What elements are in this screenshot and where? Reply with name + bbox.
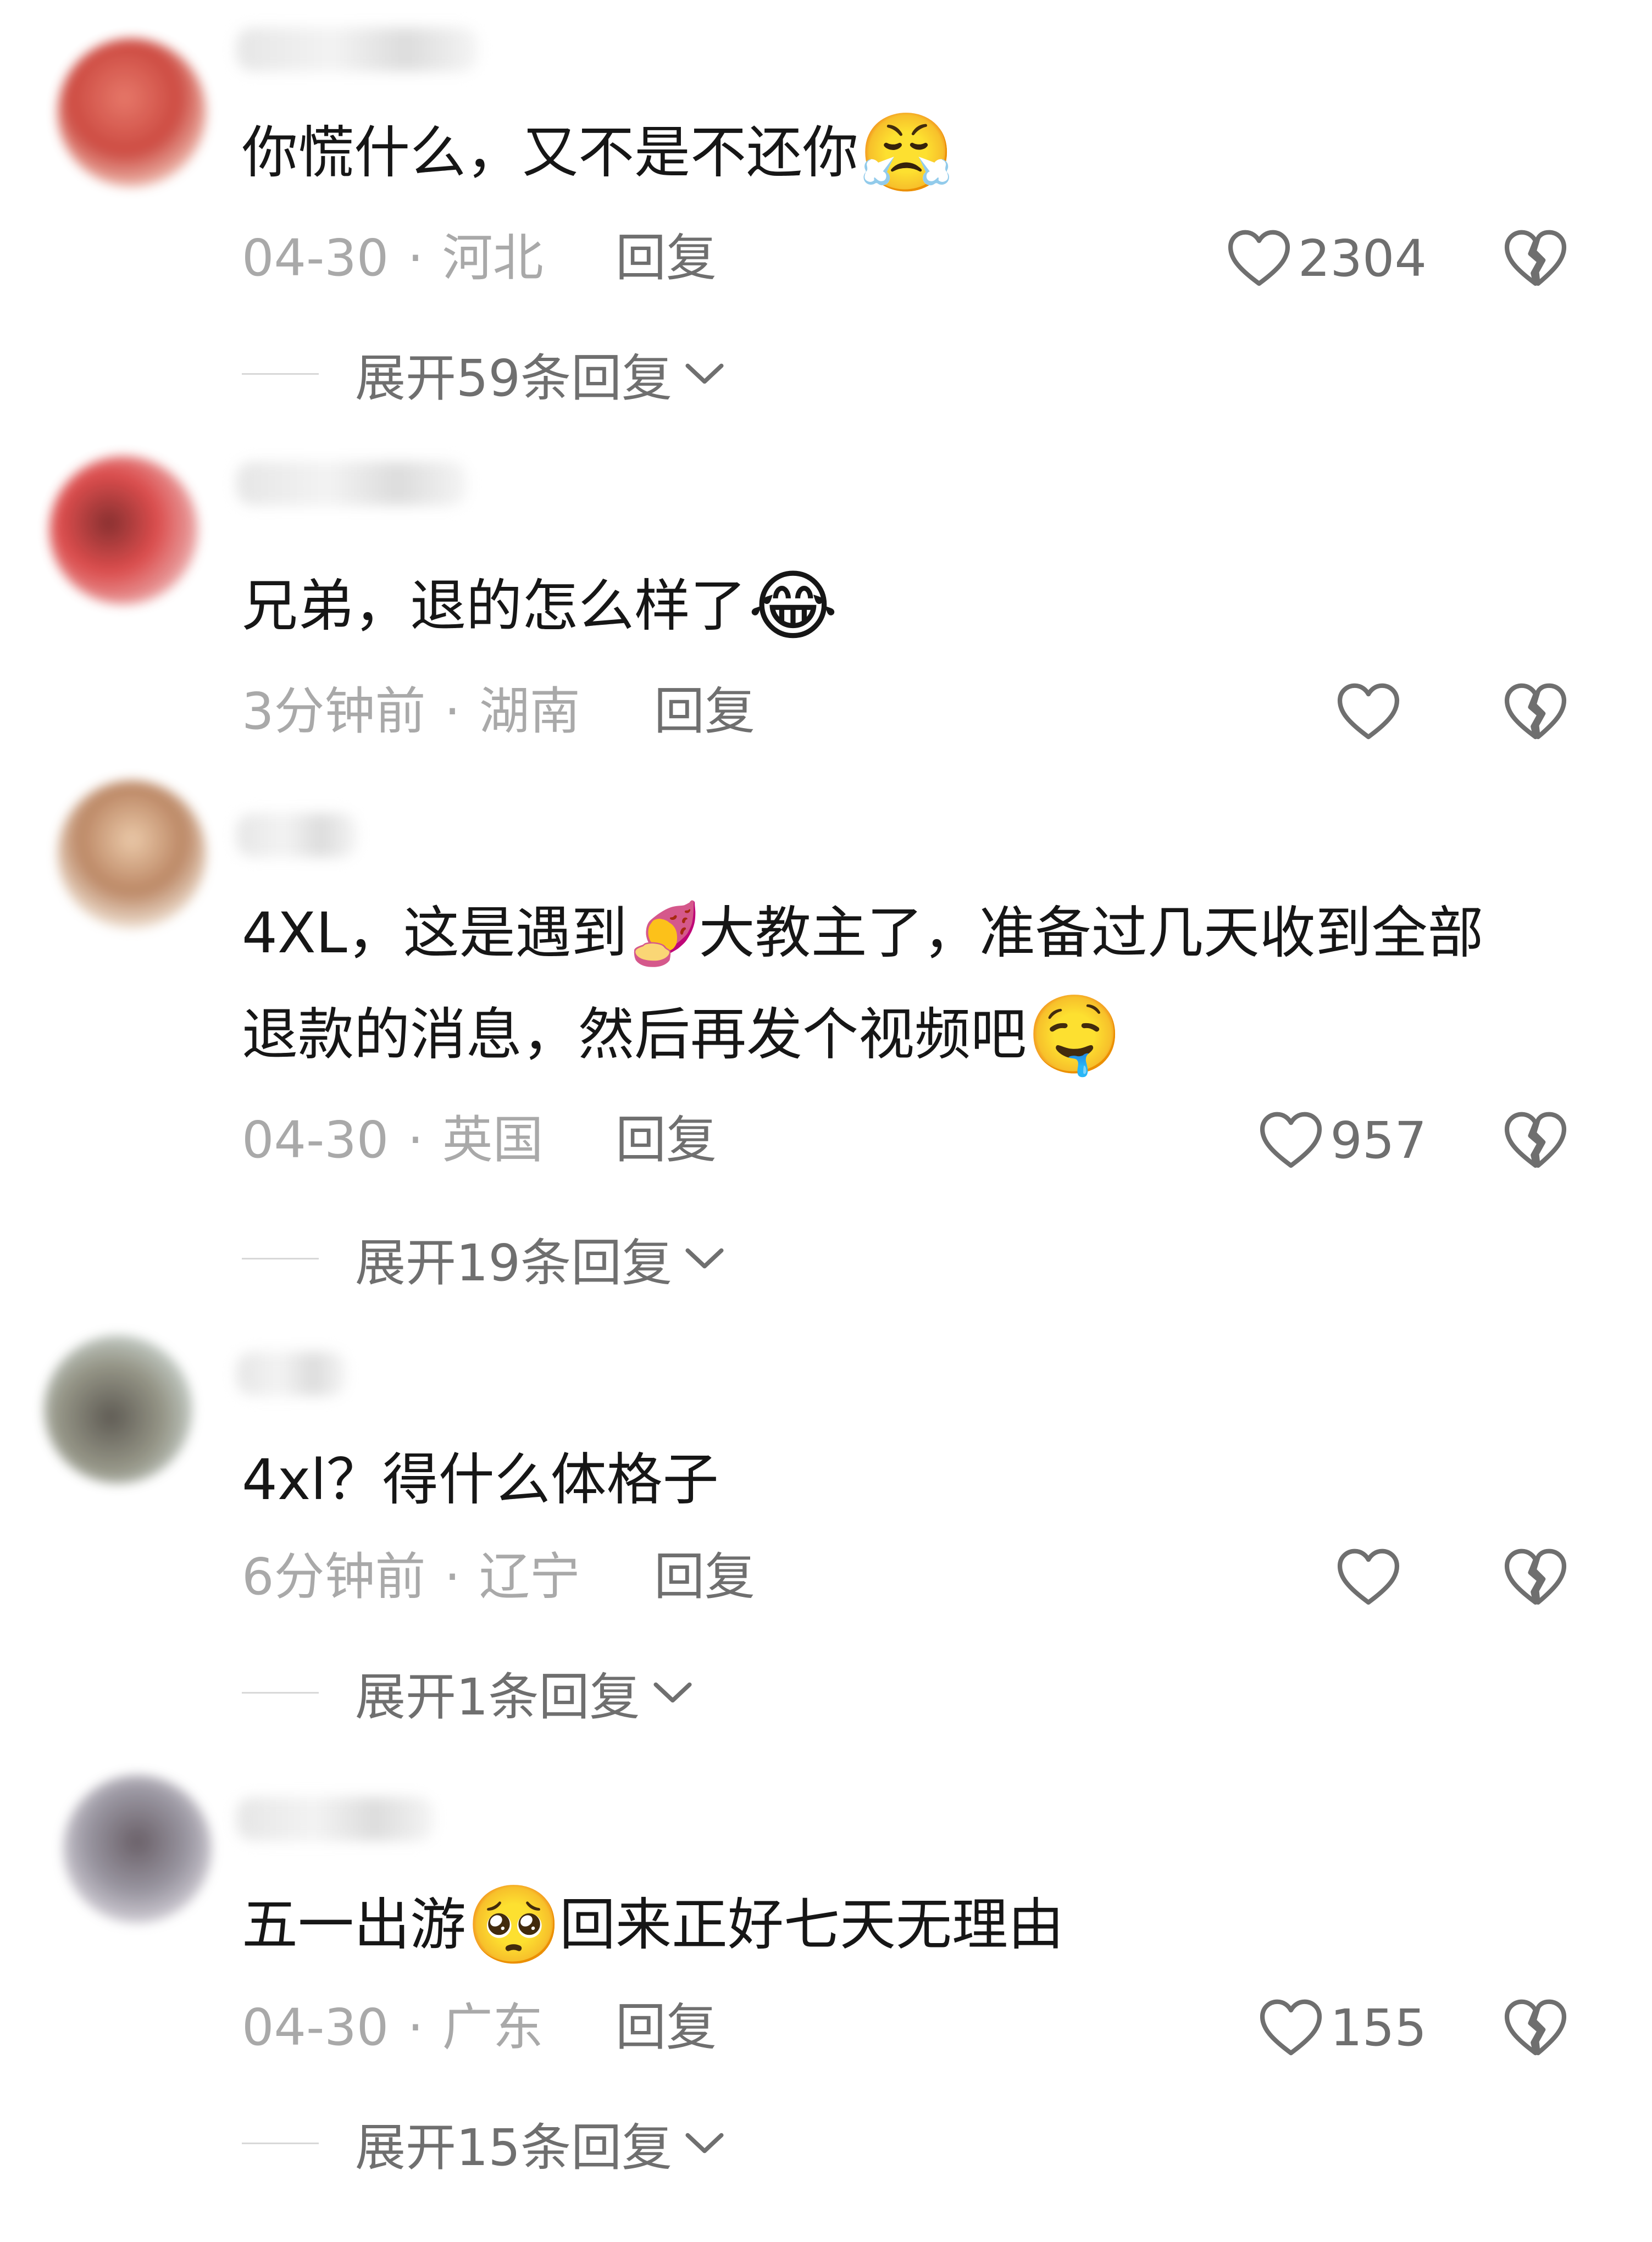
dislike-button[interactable] — [1503, 1544, 1568, 1610]
comment-body: 你慌什么，又不是不还你 — [242, 120, 858, 186]
avatar[interactable] — [49, 456, 198, 604]
like-button[interactable]: 2304 — [1227, 225, 1427, 291]
comment-meta: 04-30 · 河北 回复 — [242, 225, 717, 291]
heart-icon — [1260, 1112, 1322, 1168]
expand-replies-button[interactable]: 展开59条回复 — [242, 341, 726, 408]
comment-text: 你慌什么，又不是不还你😤 — [242, 102, 1564, 205]
comment-text: 五一出游🥺回来正好七天无理由 — [242, 1874, 1564, 1977]
emoji: 😤 — [858, 108, 955, 198]
like-button[interactable]: 957 — [1259, 1107, 1427, 1173]
comment-text: 4xl？得什么体格子 — [242, 1429, 1564, 1532]
reply-button[interactable]: 回复 — [616, 1107, 717, 1173]
comment-meta: 04-30 · 广东 回复 — [242, 1995, 717, 2061]
reply-button[interactable]: 回复 — [654, 1544, 755, 1610]
like-count: 2304 — [1298, 229, 1427, 288]
expand-replies-label: 展开59条回复 — [355, 348, 673, 408]
comment-location: 河北 — [442, 229, 544, 287]
username-redacted[interactable] — [236, 1797, 434, 1841]
dislike-button[interactable] — [1503, 679, 1568, 745]
reply-button[interactable]: 回复 — [616, 225, 717, 291]
comment-body-part: 退款的消息，然后再发个视频吧 — [242, 1002, 1027, 1068]
avatar[interactable] — [58, 780, 206, 929]
comment-meta: 6分钟前 · 辽宁 回复 — [242, 1544, 755, 1610]
comment-location: 辽宁 — [479, 1547, 580, 1606]
comment-body-part: 大教主了，准备过几天收到全部 — [699, 901, 1484, 966]
comment-body: 兄弟，退的怎么样了 — [242, 574, 746, 639]
dislike-button[interactable] — [1503, 1995, 1568, 2061]
username-redacted[interactable] — [236, 27, 478, 71]
heart-icon — [1260, 1999, 1322, 2056]
comment-body-part: 五一出游 — [242, 1893, 466, 1958]
username-redacted[interactable] — [236, 813, 357, 857]
broken-heart-icon — [1504, 683, 1567, 740]
comment-text-line2: 退款的消息，然后再发个视频吧🤤 — [242, 984, 1564, 1087]
expand-replies-button[interactable]: 展开15条回复 — [242, 2110, 726, 2177]
chevron-down-icon — [685, 2133, 724, 2154]
emoji: 😂 — [748, 562, 838, 652]
emoji: 🍠 — [627, 898, 703, 969]
heart-icon — [1228, 230, 1290, 286]
expand-replies-label: 展开19条回复 — [355, 1233, 673, 1292]
like-button[interactable] — [1336, 1544, 1407, 1610]
divider — [242, 373, 319, 375]
reply-button[interactable]: 回复 — [616, 1995, 717, 2061]
like-count: 155 — [1330, 1998, 1427, 2057]
username-redacted[interactable] — [236, 462, 467, 506]
avatar[interactable] — [44, 1335, 192, 1484]
broken-heart-icon — [1504, 1999, 1567, 2056]
comment-body: 4xl？得什么体格子 — [242, 1447, 719, 1513]
divider — [242, 1691, 319, 1694]
expand-replies-button[interactable]: 展开1条回复 — [242, 1660, 694, 1727]
like-button[interactable] — [1336, 679, 1407, 745]
chevron-down-icon — [685, 1248, 724, 1269]
divider — [242, 2142, 319, 2144]
chevron-down-icon — [685, 363, 724, 384]
like-button[interactable]: 155 — [1259, 1995, 1427, 2061]
comment-location: 湖南 — [479, 682, 580, 741]
comment-location: 英国 — [442, 1111, 544, 1169]
broken-heart-icon — [1504, 1549, 1567, 1605]
expand-replies-label: 展开15条回复 — [355, 2118, 673, 2177]
comment-meta: 3分钟前 · 湖南 回复 — [242, 679, 755, 745]
emoji: 🥺 — [466, 1880, 562, 1971]
broken-heart-icon — [1504, 1112, 1567, 1168]
comment-date: 04-30 — [242, 229, 389, 287]
reply-button[interactable]: 回复 — [654, 679, 755, 745]
comment-text: 兄弟，退的怎么样了😂 — [242, 555, 1564, 658]
comment-text: 4XL，这是遇到🍠大教主了，准备过几天收到全部 — [242, 882, 1564, 985]
comment-date: 04-30 — [242, 1998, 389, 2057]
avatar[interactable] — [63, 1775, 212, 1923]
comment-location: 广东 — [442, 1998, 544, 2057]
expand-replies-label: 展开1条回复 — [355, 1667, 640, 1727]
chevron-down-icon — [653, 1682, 692, 1703]
emoji: 🤤 — [1027, 990, 1123, 1080]
comment-meta: 04-30 · 英国 回复 — [242, 1107, 717, 1173]
expand-replies-button[interactable]: 展开19条回复 — [242, 1225, 726, 1292]
dislike-button[interactable] — [1503, 1107, 1568, 1173]
heart-icon — [1337, 1549, 1400, 1605]
like-count: 957 — [1330, 1111, 1427, 1170]
comment-body-part: 4XL，这是遇到 — [242, 901, 628, 966]
comment-body-part: 回来正好七天无理由 — [559, 1893, 1064, 1958]
broken-heart-icon — [1504, 230, 1567, 286]
avatar[interactable] — [58, 38, 206, 187]
comment-date: 6分钟前 — [242, 1547, 426, 1606]
heart-icon — [1337, 683, 1400, 740]
divider — [242, 1257, 319, 1259]
comment-date: 04-30 — [242, 1111, 389, 1169]
dislike-button[interactable] — [1503, 225, 1568, 291]
comment-date: 3分钟前 — [242, 682, 426, 741]
username-redacted[interactable] — [236, 1352, 346, 1396]
